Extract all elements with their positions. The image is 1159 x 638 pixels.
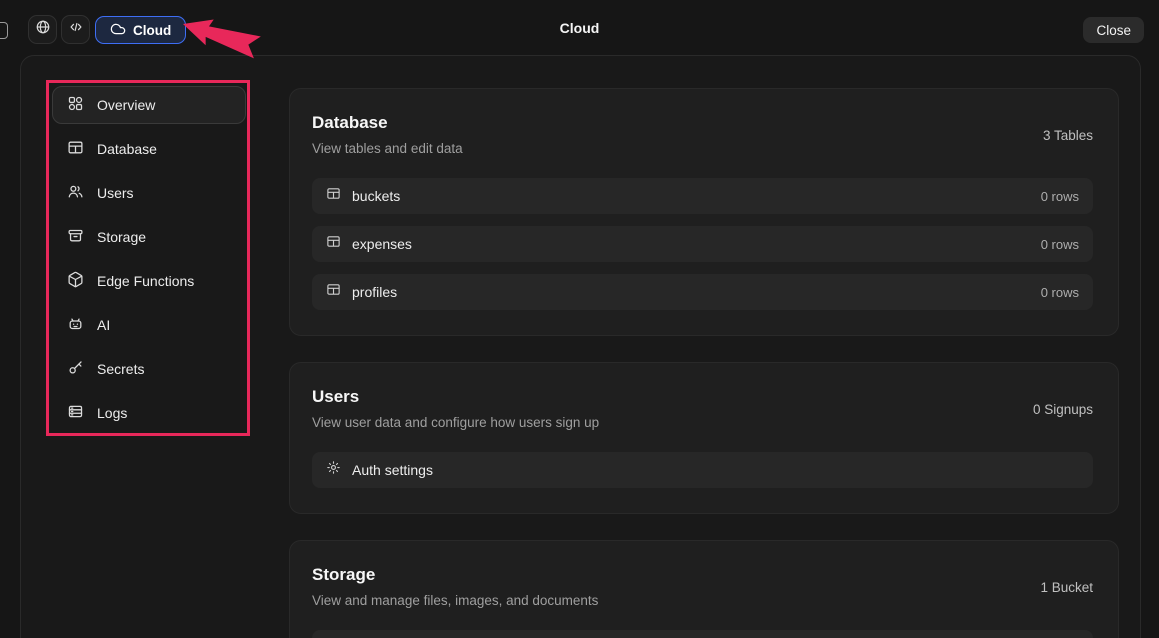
archive-icon — [67, 227, 84, 247]
bucket-row-partial[interactable] — [312, 630, 1093, 638]
gear-icon — [326, 460, 352, 480]
offscreen-device-icon — [0, 22, 8, 39]
cloud-dashboard-screen: Cloud Cloud Close Overview — [0, 0, 1159, 638]
table-row-count: 0 rows — [1041, 189, 1079, 204]
database-table-list: buckets 0 rows expenses 0 rows — [312, 178, 1093, 310]
users-signups-count: 0 Signups — [1033, 402, 1093, 417]
logs-icon — [67, 403, 84, 423]
table-row-count: 0 rows — [1041, 285, 1079, 300]
users-card-header: Users View user data and configure how u… — [312, 386, 1093, 432]
robot-icon — [67, 315, 84, 335]
users-card: Users View user data and configure how u… — [289, 362, 1119, 514]
cloud-button-label: Cloud — [133, 23, 171, 38]
database-card-title: Database — [312, 112, 463, 134]
sidebar-item-label: Secrets — [97, 361, 144, 377]
database-card-header: Database View tables and edit data 3 Tab… — [312, 112, 1093, 158]
cube-icon — [67, 271, 84, 291]
top-bar: Cloud Cloud Close — [0, 0, 1159, 55]
key-icon — [67, 359, 84, 379]
grid-icon — [67, 95, 84, 115]
table-row-count: 0 rows — [1041, 237, 1079, 252]
auth-settings-label: Auth settings — [352, 462, 1079, 478]
storage-buckets-count: 1 Bucket — [1040, 580, 1093, 595]
code-button[interactable] — [61, 15, 90, 44]
table-icon — [67, 139, 84, 159]
sidebar-item-storage[interactable]: Storage — [52, 218, 246, 256]
sidebar-item-ai[interactable]: AI — [52, 306, 246, 344]
sidebar-item-label: Edge Functions — [97, 273, 194, 289]
users-action-list: Auth settings — [312, 452, 1093, 488]
sidebar-item-secrets[interactable]: Secrets — [52, 350, 246, 388]
sidebar-item-edge-functions[interactable]: Edge Functions — [52, 262, 246, 300]
table-name: buckets — [352, 188, 1041, 204]
table-icon — [326, 234, 352, 254]
close-button[interactable]: Close — [1083, 17, 1144, 43]
table-row-profiles[interactable]: profiles 0 rows — [312, 274, 1093, 310]
storage-bucket-list — [312, 630, 1093, 638]
table-icon — [326, 186, 352, 206]
table-name: expenses — [352, 236, 1041, 252]
sidebar-item-database[interactable]: Database — [52, 130, 246, 168]
main-content: Database View tables and edit data 3 Tab… — [289, 56, 1119, 638]
cloud-tab-button[interactable]: Cloud — [95, 16, 186, 44]
table-row-expenses[interactable]: expenses 0 rows — [312, 226, 1093, 262]
database-tables-count: 3 Tables — [1043, 128, 1093, 143]
sidebar-item-label: Logs — [97, 405, 127, 421]
sidebar-item-overview[interactable]: Overview — [52, 86, 246, 124]
globe-icon — [35, 19, 51, 40]
sidebar-item-label: Users — [97, 185, 134, 201]
users-card-subtitle: View user data and configure how users s… — [312, 413, 599, 432]
storage-card-title: Storage — [312, 564, 598, 586]
database-card-subtitle: View tables and edit data — [312, 139, 463, 158]
cloud-icon — [110, 21, 126, 40]
sidebar-item-label: Storage — [97, 229, 146, 245]
sidebar-item-label: Database — [97, 141, 157, 157]
storage-card-subtitle: View and manage files, images, and docum… — [312, 591, 598, 610]
sidebar-item-label: Overview — [97, 97, 155, 113]
auth-settings-row[interactable]: Auth settings — [312, 452, 1093, 488]
table-row-buckets[interactable]: buckets 0 rows — [312, 178, 1093, 214]
storage-card: Storage View and manage files, images, a… — [289, 540, 1119, 638]
cloud-panel: Overview Database Users — [20, 55, 1141, 638]
sidebar-item-logs[interactable]: Logs — [52, 394, 246, 432]
sidebar-item-users[interactable]: Users — [52, 174, 246, 212]
globe-button[interactable] — [28, 15, 57, 44]
database-card: Database View tables and edit data 3 Tab… — [289, 88, 1119, 336]
sidebar-item-label: AI — [97, 317, 110, 333]
table-name: profiles — [352, 284, 1041, 300]
users-card-title: Users — [312, 386, 599, 408]
storage-card-header: Storage View and manage files, images, a… — [312, 564, 1093, 610]
table-icon — [326, 282, 352, 302]
sidebar: Overview Database Users — [52, 86, 246, 438]
users-icon — [67, 183, 84, 203]
code-icon — [68, 19, 84, 40]
